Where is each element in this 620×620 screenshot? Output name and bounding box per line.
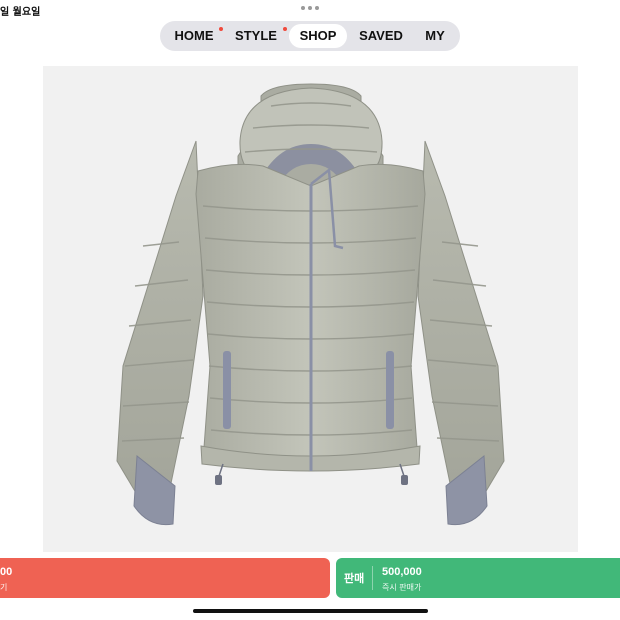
tab-home-badge-dot bbox=[219, 27, 223, 31]
top-tab-bar: HOME STYLE SHOP SAVED MY bbox=[160, 21, 460, 51]
tab-style-badge-dot bbox=[283, 27, 287, 31]
status-bar-date: 일 월요일 bbox=[0, 7, 41, 18]
buy-price-caption: 기 bbox=[0, 583, 8, 592]
tab-shop[interactable]: SHOP bbox=[289, 24, 347, 48]
tab-saved[interactable]: SAVED bbox=[355, 24, 407, 48]
sell-button[interactable]: 판매 500,000 즉시 판매가 bbox=[336, 558, 620, 598]
sell-label: 판매 bbox=[344, 572, 365, 585]
tab-home[interactable]: HOME bbox=[170, 24, 218, 48]
product-image[interactable] bbox=[43, 66, 578, 552]
sell-button-divider bbox=[372, 566, 373, 590]
sell-price-caption: 즉시 판매가 bbox=[382, 583, 422, 592]
sell-price: 500,000 bbox=[382, 566, 422, 578]
home-indicator[interactable] bbox=[193, 609, 428, 613]
buy-price: 00 bbox=[0, 566, 13, 578]
buy-button[interactable]: 00 기 bbox=[0, 558, 330, 598]
app-screen: 일 월요일 HOME STYLE SHOP SAVED MY 00 기 판매 5… bbox=[0, 0, 620, 620]
puffer-jacket-illustration bbox=[116, 83, 505, 526]
tab-my[interactable]: MY bbox=[419, 24, 451, 48]
multitasking-dots-icon[interactable] bbox=[301, 6, 319, 10]
tab-style[interactable]: STYLE bbox=[232, 24, 280, 48]
